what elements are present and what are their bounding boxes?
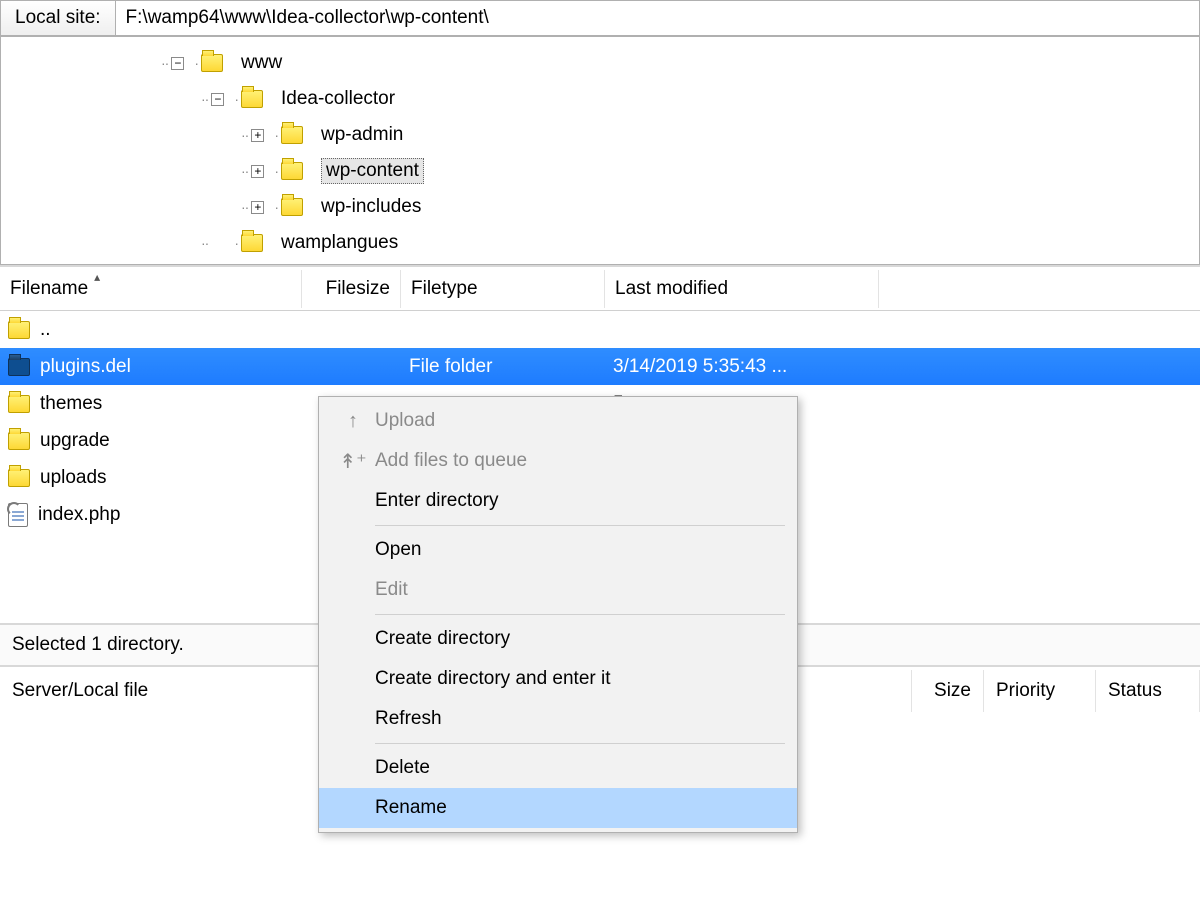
tree-node-wp-admin[interactable]: ·· · wp-admin (1, 117, 1199, 153)
menu-item-create-directory[interactable]: Create directory (319, 619, 797, 659)
menu-item-delete[interactable]: Delete (319, 748, 797, 788)
folder-icon (8, 395, 30, 413)
tree-node-label: wp-includes (321, 196, 421, 218)
folder-icon (241, 90, 263, 108)
php-file-icon (8, 503, 28, 527)
local-site-label: Local site: (0, 0, 116, 36)
folder-icon (281, 126, 303, 144)
folder-icon (281, 198, 303, 216)
menu-separator (375, 614, 785, 615)
column-header-size[interactable]: Size (912, 670, 984, 712)
menu-separator (375, 525, 785, 526)
tree-node-wp-includes[interactable]: ·· · wp-includes (1, 189, 1199, 225)
tree-node-idea-collector[interactable]: ·· · Idea-collector (1, 81, 1199, 117)
tree-node-label: Idea-collector (281, 88, 395, 110)
tree-node-label: wp-admin (321, 124, 403, 146)
expand-toggle-icon[interactable] (211, 93, 224, 106)
folder-icon (8, 321, 30, 339)
expand-toggle-icon[interactable] (251, 201, 264, 214)
folder-icon (201, 54, 223, 72)
tree-connector: ·· (161, 55, 168, 71)
menu-item-refresh[interactable]: Refresh (319, 699, 797, 739)
tree-node-label: www (241, 52, 282, 74)
column-header-priority[interactable]: Priority (984, 670, 1096, 712)
menu-item-enter-directory[interactable]: Enter directory (319, 481, 797, 521)
expand-toggle-icon[interactable] (251, 129, 264, 142)
menu-item-upload[interactable]: ↑ Upload (319, 401, 797, 441)
file-name: uploads (40, 467, 107, 489)
menu-item-open[interactable]: Open (319, 530, 797, 570)
folder-icon (8, 358, 30, 376)
local-site-path-input[interactable] (116, 0, 1200, 36)
tree-node-www[interactable]: ·· · www (1, 45, 1199, 81)
local-site-pathbar: Local site: (0, 0, 1200, 37)
folder-icon (241, 234, 263, 252)
tree-node-label: wamplangues (281, 232, 398, 254)
menu-item-rename[interactable]: Rename (319, 788, 797, 828)
file-name: upgrade (40, 430, 110, 452)
menu-item-create-directory-and-enter[interactable]: Create directory and enter it (319, 659, 797, 699)
menu-item-edit[interactable]: Edit (319, 570, 797, 610)
folder-tree[interactable]: ·· · www ·· · Idea-collector ·· · wp-adm… (0, 37, 1200, 265)
column-header-filename[interactable]: Filename ▴ (0, 270, 302, 308)
file-row-parent[interactable]: .. (0, 311, 1200, 348)
menu-separator (375, 743, 785, 744)
file-modified: 3/14/2019 5:35:43 ... (605, 352, 879, 382)
sort-ascending-icon: ▴ (94, 270, 100, 284)
file-context-menu: ↑ Upload ↟⁺ Add files to queue Enter dir… (318, 396, 798, 833)
arrow-up-icon: ↑ (331, 410, 375, 433)
expand-toggle-icon[interactable] (251, 165, 264, 178)
folder-icon (8, 469, 30, 487)
folder-icon (281, 162, 303, 180)
tree-node-label: wp-content (321, 158, 424, 184)
column-header-filetype[interactable]: Filetype (401, 270, 605, 308)
column-header-filesize[interactable]: Filesize (302, 270, 401, 308)
folder-icon (8, 432, 30, 450)
tree-node-wp-content[interactable]: ·· · wp-content (1, 153, 1199, 189)
file-list-header[interactable]: Filename ▴ Filesize Filetype Last modifi… (0, 267, 1200, 311)
file-row-plugins-del[interactable]: plugins.del File folder 3/14/2019 5:35:4… (0, 348, 1200, 385)
file-type: File folder (401, 352, 605, 382)
file-name: .. (40, 319, 51, 341)
arrow-plus-icon: ↟⁺ (331, 449, 375, 474)
column-header-status[interactable]: Status (1096, 670, 1200, 712)
file-name: themes (40, 393, 102, 415)
expand-toggle-icon[interactable] (171, 57, 184, 70)
file-name: index.php (38, 504, 120, 526)
tree-node-wamplangues[interactable]: ·· · wamplangues (1, 225, 1199, 261)
file-name: plugins.del (40, 356, 131, 378)
status-text: Selected 1 directory. (12, 634, 184, 656)
menu-item-add-files-to-queue[interactable]: ↟⁺ Add files to queue (319, 441, 797, 481)
column-header-last-modified[interactable]: Last modified (605, 270, 879, 308)
